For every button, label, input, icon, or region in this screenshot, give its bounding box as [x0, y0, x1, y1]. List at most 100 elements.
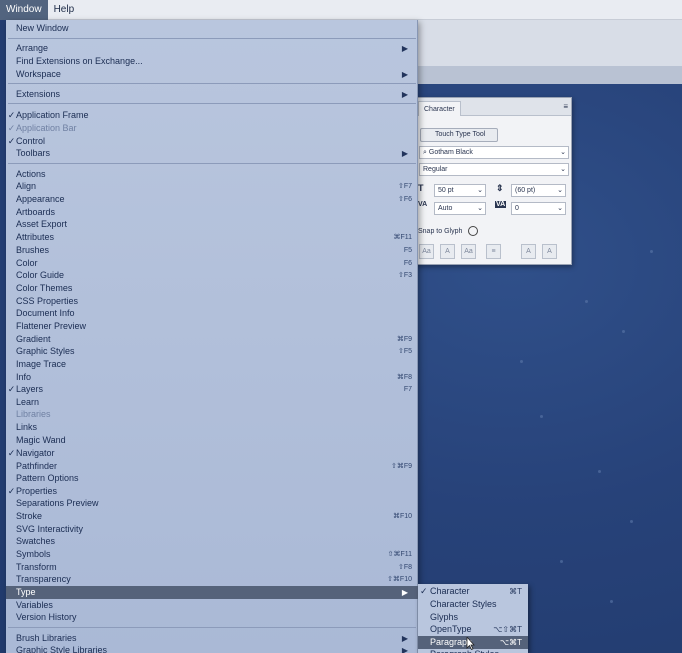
- font-style-field[interactable]: Regular ⌄: [419, 163, 569, 176]
- menu-item-separations-preview[interactable]: Separations Preview: [6, 497, 418, 510]
- snap-angular-icon[interactable]: A: [521, 244, 536, 259]
- font-family-field[interactable]: ⌕ Gotham Black ⌄: [419, 146, 569, 159]
- font-size-icon: T: [418, 183, 424, 193]
- submenu-item-label: Character: [430, 586, 470, 596]
- kerning-icon: VA: [418, 201, 428, 208]
- snap-to-glyph-label: Snap to Glyph: [418, 228, 463, 235]
- font-style-value: Regular: [423, 166, 448, 173]
- snap-anchor-icon[interactable]: A: [542, 244, 557, 259]
- menu-item-label: Stroke: [16, 511, 43, 521]
- snap-x-height-icon[interactable]: A: [440, 244, 455, 259]
- menu-item-label: Flattener Preview: [16, 321, 87, 331]
- chevron-down-icon[interactable]: ⌄: [477, 185, 483, 196]
- menu-item-toolbars[interactable]: Toolbars ▶: [6, 147, 418, 160]
- menu-item-attributes[interactable]: Attributes ⌘F11: [6, 231, 418, 244]
- tab-character[interactable]: Character: [418, 101, 461, 116]
- info-icon[interactable]: [468, 226, 478, 236]
- snap-glyph-bounds-icon[interactable]: Aa: [461, 244, 476, 259]
- menu-item-label: Application Bar: [16, 123, 77, 133]
- hamburger-icon[interactable]: ≡: [563, 102, 568, 111]
- menu-item-flattener-preview[interactable]: Flattener Preview: [6, 320, 418, 333]
- menu-item-version-history[interactable]: Version History: [6, 611, 418, 624]
- menu-item-label: Info: [16, 372, 32, 382]
- menu-separator: [8, 103, 416, 104]
- leading-field[interactable]: (60 pt) ⌄: [511, 184, 566, 197]
- chevron-down-icon[interactable]: ⌄: [477, 203, 483, 214]
- menu-item-label: Magic Wand: [16, 435, 66, 445]
- panel-tab-bar: Character ≡: [416, 98, 571, 116]
- canvas-texture-speck: [630, 520, 633, 523]
- chevron-down-icon[interactable]: ⌄: [557, 203, 563, 214]
- menu-separator: [8, 38, 416, 39]
- menu-item-application-frame[interactable]: ✓ Application Frame: [6, 109, 418, 122]
- canvas-texture-speck: [598, 470, 601, 473]
- menu-item-navigator[interactable]: ✓ Navigator: [6, 447, 418, 460]
- menu-item-appearance[interactable]: Appearance ⇧F6: [6, 193, 418, 206]
- tracking-value: 0: [515, 205, 519, 212]
- menu-item-label: Arrange: [16, 43, 49, 53]
- menu-item-find-extensions-on-exchange[interactable]: Find Extensions on Exchange...: [6, 55, 418, 68]
- menu-item-color-themes[interactable]: Color Themes: [6, 282, 418, 295]
- font-size-field[interactable]: 50 pt ⌄: [434, 184, 486, 197]
- menu-item-magic-wand[interactable]: Magic Wand: [6, 434, 418, 447]
- menu-item-brushes[interactable]: Brushes F5: [6, 244, 418, 257]
- menu-item-libraries: Libraries: [6, 408, 418, 421]
- menu-item-stroke[interactable]: Stroke ⌘F10: [6, 510, 418, 523]
- menu-item-extensions[interactable]: Extensions ▶: [6, 88, 418, 101]
- menu-item-document-info[interactable]: Document Info: [6, 307, 418, 320]
- touch-type-tool-button[interactable]: Touch Type Tool: [420, 128, 498, 142]
- menu-item-label: SVG Interactivity: [16, 524, 84, 534]
- menu-item-links[interactable]: Links: [6, 421, 418, 434]
- menu-item-label: Application Frame: [16, 110, 89, 120]
- menu-help[interactable]: Help: [48, 0, 81, 20]
- menu-item-type[interactable]: Type ▶: [6, 586, 418, 599]
- canvas-texture-speck: [610, 600, 613, 603]
- checkmark-icon: ✓: [7, 123, 16, 133]
- menu-item-label: Type: [16, 587, 36, 597]
- menu-item-layers[interactable]: ✓ Layers F7: [6, 383, 418, 396]
- triangle-right-icon: ▶: [401, 149, 408, 158]
- menu-item-pattern-options[interactable]: Pattern Options: [6, 472, 418, 485]
- menu-item-align[interactable]: Align ⇧F7: [6, 180, 418, 193]
- menu-item-asset-export[interactable]: Asset Export: [6, 218, 418, 231]
- menu-item-new-window[interactable]: New Window: [6, 22, 418, 35]
- menu-item-color-guide[interactable]: Color Guide ⇧F3: [6, 269, 418, 282]
- chevron-down-icon[interactable]: ⌄: [560, 147, 566, 158]
- menu-item-arrange[interactable]: Arrange ▶: [6, 42, 418, 55]
- checkmark-icon: ✓: [7, 448, 16, 458]
- menu-item-label: Find Extensions on Exchange...: [16, 56, 143, 66]
- menu-item-shortcut: ⇧⌘F10: [387, 576, 412, 583]
- canvas-texture-speck: [560, 560, 563, 563]
- checkmark-icon: ✓: [420, 586, 428, 596]
- menu-item-label: Workspace: [16, 69, 61, 79]
- menu-item-shortcut: ⌘F10: [392, 513, 412, 520]
- menu-item-shortcut: ⇧⌘F11: [387, 551, 412, 558]
- menu-item-label: Brush Libraries: [16, 633, 77, 643]
- menu-item-symbols[interactable]: Symbols ⇧⌘F11: [6, 548, 418, 561]
- menu-item-graphic-styles[interactable]: Graphic Styles ⇧F5: [6, 345, 418, 358]
- submenu-item-opentype[interactable]: OpenType ⌥⇧⌘T: [418, 623, 528, 636]
- menu-item-label: New Window: [16, 23, 69, 33]
- submenu-item-character-styles[interactable]: Character Styles: [418, 598, 528, 611]
- submenu-item-label: Glyphs: [430, 612, 459, 622]
- pointer-cursor-icon: [466, 637, 475, 650]
- chevron-down-icon[interactable]: ⌄: [557, 185, 563, 196]
- menu-separator: [8, 83, 416, 84]
- snap-proximity-icon[interactable]: ≡: [486, 244, 501, 259]
- kerning-field[interactable]: Auto ⌄: [434, 202, 486, 215]
- snap-baseline-icon[interactable]: Aa: [419, 244, 434, 259]
- menu-item-image-trace[interactable]: Image Trace: [6, 358, 418, 371]
- menu-item-label: Transform: [16, 562, 57, 572]
- menu-item-swatches[interactable]: Swatches: [6, 535, 418, 548]
- menu-item-transparency[interactable]: Transparency ⇧⌘F10: [6, 573, 418, 586]
- menu-item-label: Version History: [16, 612, 77, 622]
- menu-window[interactable]: Window: [0, 0, 48, 20]
- menu-item-workspace[interactable]: Workspace ▶: [6, 68, 418, 81]
- control-bar: [418, 20, 682, 66]
- submenu-item-character[interactable]: ✓ Character ⌘T: [418, 585, 528, 598]
- menu-item-graphic-style-libraries[interactable]: Graphic Style Libraries ▶: [6, 644, 418, 653]
- tracking-field[interactable]: 0 ⌄: [511, 202, 566, 215]
- chevron-down-icon[interactable]: ⌄: [560, 164, 566, 175]
- menu-item-label: Swatches: [16, 536, 56, 546]
- menu-item-label: Color: [16, 258, 38, 268]
